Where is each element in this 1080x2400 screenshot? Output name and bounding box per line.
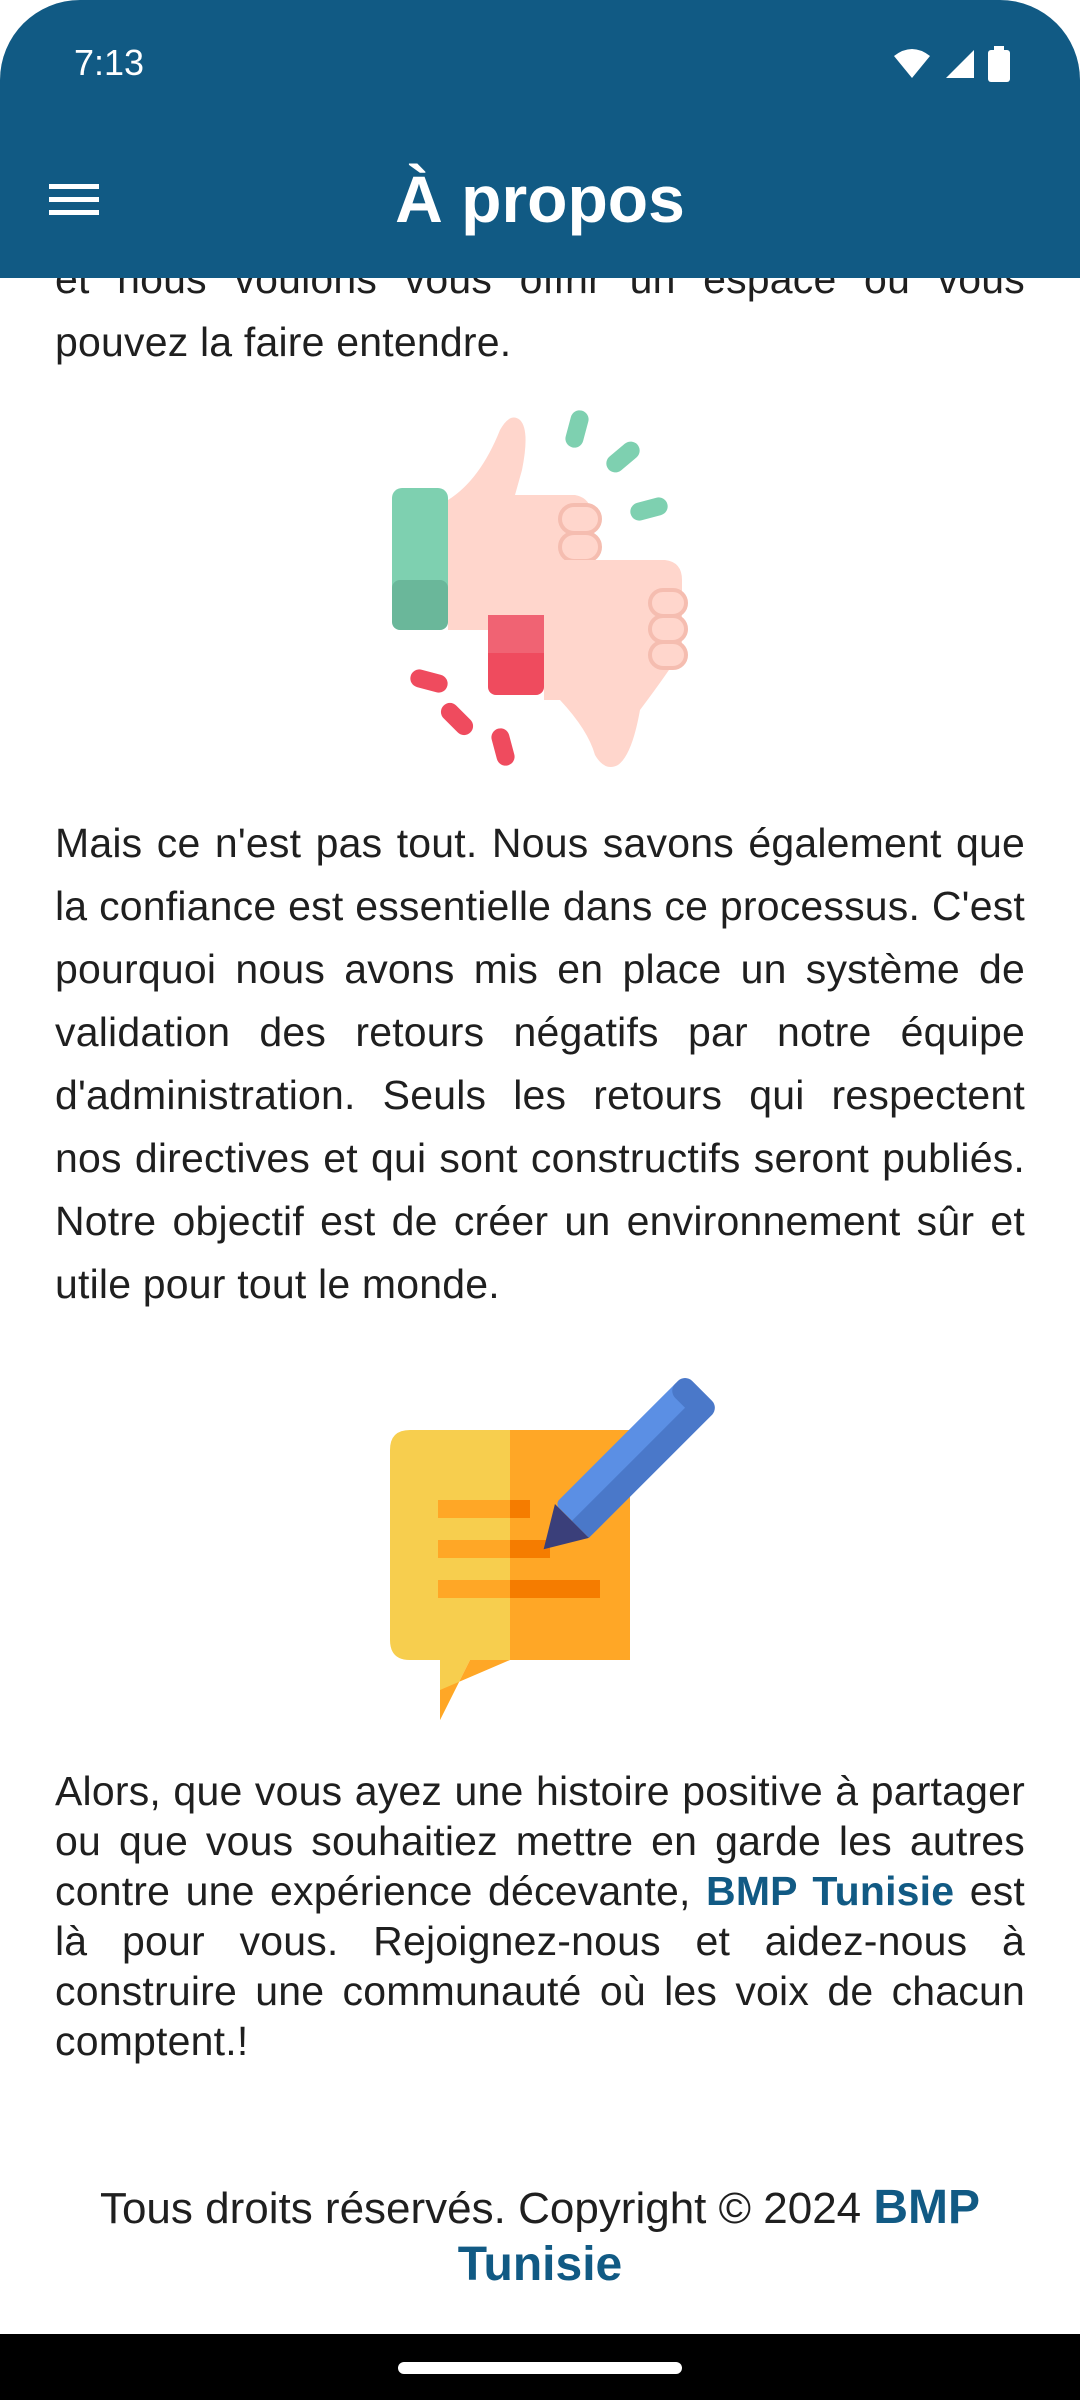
paragraph-call-to-action: Alors, que vous ayez une histoire positi… bbox=[55, 1766, 1025, 2066]
battery-icon bbox=[988, 46, 1010, 82]
paragraph-validation: Mais ce n'est pas tout. Nous savons égal… bbox=[55, 820, 1025, 1307]
copyright-text: Tous droits réservés. Copyright © 2024 bbox=[99, 2184, 874, 2233]
wifi-icon bbox=[894, 49, 930, 78]
screen: et nous voulons vous offrir un espace où… bbox=[0, 0, 1080, 2334]
app-bar: 7:13 À propos bbox=[0, 0, 1080, 278]
gesture-nav-handle[interactable] bbox=[398, 2362, 682, 2374]
write-feedback-icon bbox=[55, 1360, 1025, 1730]
thumbs-up-down-icon bbox=[55, 410, 1025, 780]
page-title: À propos bbox=[395, 162, 685, 236]
status-icons bbox=[892, 46, 1010, 82]
status-time: 7:13 bbox=[74, 42, 145, 83]
brand-link-inline[interactable]: BMP Tunisie bbox=[706, 1868, 954, 1914]
signal-icon bbox=[946, 50, 974, 78]
footer-copyright: Tous droits réservés. Copyright © 2024 B… bbox=[55, 2180, 1025, 2294]
about-content: et nous voulons vous offrir un espace où… bbox=[55, 246, 1025, 2066]
